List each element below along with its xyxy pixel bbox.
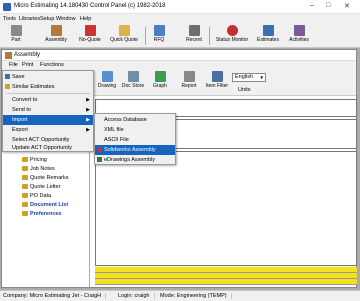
- tree-item-job-notes[interactable]: Job Notes: [22, 166, 55, 172]
- rfq-button[interactable]: RFQ: [150, 25, 168, 47]
- submenu-arrow-icon: ▶: [86, 117, 90, 123]
- report-button[interactable]: Report: [179, 71, 199, 93]
- units-label[interactable]: Units: [238, 87, 251, 93]
- menu-help[interactable]: Help: [80, 16, 91, 22]
- assembly-icon: [50, 25, 62, 36]
- menu-item-save[interactable]: Save: [3, 72, 93, 82]
- menu-item-ascii-file[interactable]: ASCII File: [95, 135, 175, 145]
- menu-item-xml-file[interactable]: XML file: [95, 125, 175, 135]
- drawing-icon: [101, 71, 113, 82]
- folder-icon: [22, 211, 28, 217]
- tree-item-pricing[interactable]: Pricing: [22, 157, 47, 163]
- chevron-down-icon: ▼: [259, 75, 264, 80]
- tree-item-preferences[interactable]: Preferences: [22, 211, 62, 217]
- submenu-arrow-icon: ▶: [86, 127, 90, 133]
- status-login: Login: craigh: [118, 293, 155, 299]
- menu-item-update-act-opportunity[interactable]: Update ACT Opportunity: [3, 143, 93, 153]
- rfq-icon: [153, 25, 165, 36]
- menu-item-solidworks-assembly[interactable]: Solidworks Assembly: [95, 145, 175, 155]
- menu-separator: [6, 93, 90, 94]
- menu-libraries[interactable]: Libraries: [19, 16, 40, 22]
- folder-icon: [22, 202, 28, 208]
- file-menu: Save Similar Estimates Convert to ▶ Send …: [2, 70, 94, 152]
- tree-item-quote-letter[interactable]: Quote Letter: [22, 184, 61, 190]
- menu-window[interactable]: Window: [56, 16, 76, 22]
- edrawings-icon: [97, 157, 102, 162]
- tree-item-po-data[interactable]: PO Data: [22, 193, 51, 199]
- folder-icon: [22, 175, 28, 181]
- app-icon: [3, 3, 11, 11]
- tree-item-document-list[interactable]: Document List: [22, 202, 68, 208]
- estimates-icon: [262, 25, 274, 36]
- menu-item-similar-estimates[interactable]: Similar Estimates: [3, 82, 93, 92]
- assembly-menu-file[interactable]: File: [9, 62, 18, 68]
- assembly-menu-print[interactable]: Print: [22, 62, 33, 68]
- status-monitor-icon: [226, 25, 238, 36]
- status-company: Company: Micro Estimating Jet - CraigH: [3, 293, 107, 299]
- window-titlebar: Micro Estimating 14.180430 Control Panel…: [0, 0, 360, 14]
- submenu-arrow-icon: ▶: [86, 97, 90, 103]
- detail-main-panel: [95, 151, 357, 266]
- toolbar-separator: [145, 27, 146, 45]
- solidworks-icon: [97, 147, 102, 152]
- main-menubar: Tools Libraries Setup Window Help: [0, 14, 360, 24]
- menu-item-export[interactable]: Export ▶: [3, 125, 93, 135]
- item-filter-button[interactable]: Item Filter: [204, 71, 230, 93]
- folder-icon: [22, 166, 28, 172]
- menu-item-edrawings-assembly[interactable]: eDrawings Assembly: [95, 155, 175, 165]
- status-monitor-button[interactable]: Status Monitor: [213, 25, 251, 47]
- assembly-menubar: File Print Functions: [2, 61, 356, 70]
- doc-store-icon: [127, 71, 139, 82]
- menu-item-convert-to[interactable]: Convert to ▶: [3, 95, 93, 105]
- folder-icon: [22, 184, 28, 190]
- quick-quote-button[interactable]: Quick Quote: [108, 25, 140, 47]
- assembly-titlebar: Assembly: [2, 50, 356, 61]
- menu-tools[interactable]: Tools: [3, 16, 16, 22]
- window-title: Micro Estimating 14.180430 Control Panel…: [14, 3, 166, 9]
- menu-item-send-to[interactable]: Send to ▶: [3, 105, 93, 115]
- assembly-window-icon: [5, 52, 12, 59]
- menu-item-import[interactable]: Import ▶: [3, 115, 93, 125]
- recent-button[interactable]: Recent: [183, 25, 205, 47]
- save-icon: [5, 74, 10, 79]
- filter-icon: [211, 71, 223, 82]
- assembly-title: Assembly: [14, 52, 41, 58]
- graph-button[interactable]: Graph: [151, 71, 169, 93]
- similar-estimates-icon: [5, 84, 10, 89]
- doc-store-button[interactable]: Doc Store: [121, 71, 145, 93]
- minimize-icon[interactable]: –: [310, 2, 314, 9]
- quick-quote-icon: [118, 25, 130, 36]
- close-icon[interactable]: ✕: [344, 2, 350, 10]
- assembly-menu-functions[interactable]: Functions: [40, 62, 64, 68]
- status-bar: Company: Micro Estimating Jet - CraigH L…: [0, 290, 360, 301]
- menu-setup[interactable]: Setup: [40, 16, 54, 22]
- language-select[interactable]: English ▼: [232, 73, 266, 82]
- drawing-button[interactable]: Drawing: [96, 71, 118, 93]
- assembly-button[interactable]: Assembly: [42, 25, 70, 47]
- part-icon: [10, 25, 22, 36]
- main-toolbar: Part Assembly No-Quote Quick Quote RFQ R…: [0, 24, 360, 48]
- status-mode: Mode: Engineering (TEMP): [160, 293, 232, 299]
- summary-row: [95, 279, 357, 285]
- no-quote-button[interactable]: No-Quote: [76, 25, 104, 47]
- import-submenu: Access Database XML file ASCII File Soli…: [94, 113, 176, 165]
- estimates-button[interactable]: Estimates: [255, 25, 281, 47]
- activities-icon: [293, 25, 305, 36]
- submenu-arrow-icon: ▶: [86, 107, 90, 113]
- folder-icon: [22, 157, 28, 163]
- activities-button[interactable]: Activities: [286, 25, 312, 47]
- folder-icon: [22, 193, 28, 199]
- part-button[interactable]: Part: [5, 25, 27, 47]
- recent-icon: [188, 25, 200, 36]
- report-icon: [183, 71, 195, 82]
- maximize-icon[interactable]: □: [326, 2, 330, 9]
- no-quote-icon: [84, 25, 96, 36]
- menu-item-access-database[interactable]: Access Database: [95, 115, 175, 125]
- toolbar-separator: [209, 27, 210, 45]
- tree-item-quote-remarks[interactable]: Quote Remarks: [22, 175, 69, 181]
- graph-icon: [154, 71, 166, 82]
